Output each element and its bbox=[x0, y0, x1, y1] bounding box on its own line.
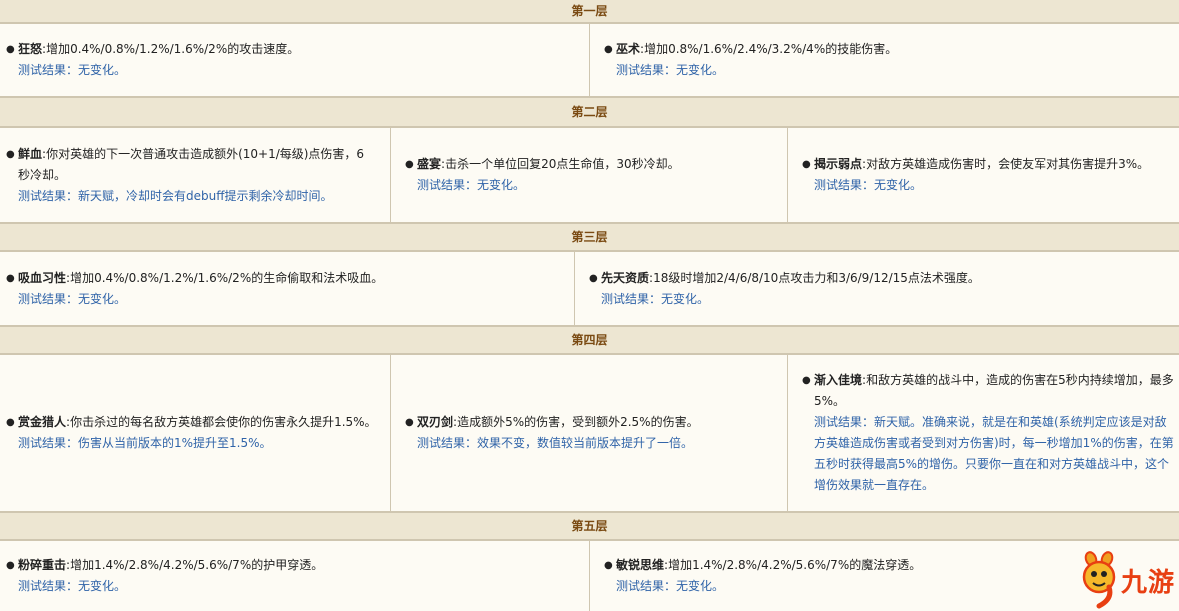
talent-desc: 你对英雄的下一次普通攻击造成额外(10+1/每级)点伤害，6秒冷却。 bbox=[18, 146, 365, 182]
bullet-icon: ● bbox=[802, 159, 811, 170]
tier-title: 第三层 bbox=[571, 230, 608, 244]
talent-cell: ● 先天资质:18级时增加2/4/6/8/10点攻击力和3/6/9/12/15点… bbox=[575, 252, 1179, 325]
jiuyou-logo: 九游 bbox=[1077, 551, 1175, 609]
logo-text: 九游 bbox=[1120, 567, 1175, 598]
tier-row-4: ● 赏金猎人:你击杀过的每名敌方英雄都会使你的伤害永久提升1.5%。 测试结果：… bbox=[0, 355, 1179, 511]
test-result: 测试结果：新天赋。准确来说，就是在和英雄(系统判定应该是对敌方英雄造成伤害或者受… bbox=[814, 415, 1174, 492]
talent-name: 吸血习性 bbox=[18, 270, 67, 285]
bullet-icon: ● bbox=[6, 148, 15, 160]
bullet-icon: ● bbox=[6, 560, 15, 571]
test-result: 测试结果：无变化。 bbox=[814, 178, 923, 192]
talent-desc: 造成额外5%的伤害，受到额外2.5%的伤害。 bbox=[457, 415, 699, 429]
test-result: 测试结果：无变化。 bbox=[18, 63, 127, 77]
tier-title: 第五层 bbox=[571, 519, 608, 533]
talent-cell: ● 盛宴:击杀一个单位回复20点生命值，30秒冷却。 测试结果：无变化。 bbox=[391, 128, 788, 222]
talent-desc: 你击杀过的每名敌方英雄都会使你的伤害永久提升1.5%。 bbox=[70, 415, 377, 429]
tier-row-3: ● 吸血习性:增加0.4%/0.8%/1.2%/1.6%/2%的生命偷取和法术吸… bbox=[0, 252, 1179, 325]
talent-desc: 和敌方英雄的战斗中，造成的伤害在5秒内持续增加，最多5%。 bbox=[814, 373, 1174, 408]
tier-row-5: ● 粉碎重击:增加1.4%/2.8%/4.2%/5.6%/7%的护甲穿透。 测试… bbox=[0, 541, 1179, 611]
bullet-icon: ● bbox=[604, 560, 613, 571]
talent-desc: 增加0.8%/1.6%/2.4%/3.2%/4%的技能伤害。 bbox=[644, 42, 898, 56]
tier-title: 第二层 bbox=[571, 105, 608, 119]
talent-cell: ● 鲜血:你对英雄的下一次普通攻击造成额外(10+1/每级)点伤害，6秒冷却。 … bbox=[0, 128, 391, 222]
talent-cell: ● 吸血习性:增加0.4%/0.8%/1.2%/1.6%/2%的生命偷取和法术吸… bbox=[0, 252, 575, 325]
talent-cell: ● 双刃剑:造成额外5%的伤害，受到额外2.5%的伤害。 测试结果：效果不变，数… bbox=[391, 355, 788, 511]
test-result: 测试结果：无变化。 bbox=[18, 579, 127, 593]
mascot-9-icon bbox=[1082, 551, 1116, 609]
talent-cell: ● 渐入佳境:和敌方英雄的战斗中，造成的伤害在5秒内持续增加，最多5%。 测试结… bbox=[788, 355, 1179, 511]
tier-title: 第一层 bbox=[571, 4, 608, 18]
talent-desc: 增加1.4%/2.8%/4.2%/5.6%/7%的魔法穿透。 bbox=[668, 558, 922, 572]
tier-header-1: 第一层 bbox=[0, 0, 1179, 24]
talent-name: 双刃剑 bbox=[417, 415, 454, 429]
bullet-icon: ● bbox=[6, 417, 15, 428]
talent-name: 粉碎重击 bbox=[18, 558, 67, 572]
bullet-icon: ● bbox=[604, 44, 613, 55]
bullet-icon: ● bbox=[405, 417, 414, 428]
tier-title: 第四层 bbox=[571, 333, 608, 347]
talent-name: 狂怒 bbox=[18, 42, 43, 56]
talent-cell: ● 赏金猎人:你击杀过的每名敌方英雄都会使你的伤害永久提升1.5%。 测试结果：… bbox=[0, 355, 391, 511]
talent-name: 揭示弱点 bbox=[814, 157, 863, 171]
test-result: 测试结果：新天赋，冷却时会有debuff提示剩余冷却时间。 bbox=[18, 188, 333, 203]
test-result: 测试结果：无变化。 bbox=[616, 63, 725, 77]
talent-name: 先天资质 bbox=[601, 270, 650, 285]
test-result: 测试结果：伤害从当前版本的1%提升至1.5%。 bbox=[18, 436, 272, 450]
bullet-icon: ● bbox=[6, 44, 15, 55]
talent-name: 敏锐思维 bbox=[616, 558, 665, 572]
tier-header-3: 第三层 bbox=[0, 222, 1179, 252]
talent-name: 盛宴 bbox=[417, 157, 442, 171]
test-result: 测试结果：效果不变，数值较当前版本提升了一倍。 bbox=[417, 436, 694, 450]
test-result: 测试结果：无变化。 bbox=[18, 291, 127, 306]
talent-name: 巫术 bbox=[616, 42, 641, 56]
tier-header-5: 第五层 bbox=[0, 511, 1179, 541]
talent-cell: ● 揭示弱点:对敌方英雄造成伤害时，会使友军对其伤害提升3%。 测试结果：无变化… bbox=[788, 128, 1179, 222]
talent-name: 鲜血 bbox=[18, 146, 43, 161]
bullet-icon: ● bbox=[589, 272, 598, 284]
bullet-icon: ● bbox=[6, 272, 15, 284]
tier-row-2: ● 鲜血:你对英雄的下一次普通攻击造成额外(10+1/每级)点伤害，6秒冷却。 … bbox=[0, 128, 1179, 222]
bullet-icon: ● bbox=[802, 375, 811, 386]
talent-desc: 增加1.4%/2.8%/4.2%/5.6%/7%的护甲穿透。 bbox=[70, 558, 324, 572]
talent-desc: 18级时增加2/4/6/8/10点攻击力和3/6/9/12/15点法术强度。 bbox=[653, 270, 980, 285]
talent-desc: 击杀一个单位回复20点生命值，30秒冷却。 bbox=[445, 157, 680, 171]
talent-name: 渐入佳境 bbox=[814, 373, 863, 387]
tier-header-4: 第四层 bbox=[0, 325, 1179, 355]
test-result: 测试结果：无变化。 bbox=[601, 291, 710, 306]
talent-desc: 对敌方英雄造成伤害时，会使友军对其伤害提升3%。 bbox=[866, 157, 1150, 171]
tier-row-1: ● 狂怒:增加0.4%/0.8%/1.2%/1.6%/2%的攻击速度。 测试结果… bbox=[0, 24, 1179, 96]
talent-cell: ● 狂怒:增加0.4%/0.8%/1.2%/1.6%/2%的攻击速度。 测试结果… bbox=[0, 24, 590, 96]
talent-cell: ● 粉碎重击:增加1.4%/2.8%/4.2%/5.6%/7%的护甲穿透。 测试… bbox=[0, 541, 590, 611]
test-result: 测试结果：无变化。 bbox=[616, 579, 725, 593]
talent-desc: 增加0.4%/0.8%/1.2%/1.6%/2%的攻击速度。 bbox=[46, 42, 300, 56]
talent-desc: 增加0.4%/0.8%/1.2%/1.6%/2%的生命偷取和法术吸血。 bbox=[70, 270, 384, 285]
talent-name: 赏金猎人 bbox=[18, 415, 67, 429]
test-result: 测试结果：无变化。 bbox=[417, 178, 526, 192]
bullet-icon: ● bbox=[405, 159, 414, 170]
talent-cell: ● 巫术:增加0.8%/1.6%/2.4%/3.2%/4%的技能伤害。 测试结果… bbox=[590, 24, 1179, 96]
tier-header-2: 第二层 bbox=[0, 96, 1179, 128]
